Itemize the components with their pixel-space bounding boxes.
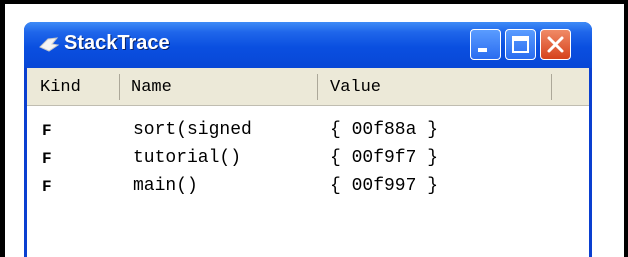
window-title: StackTrace <box>64 32 170 54</box>
frame-left-border <box>0 0 5 257</box>
column-header-value[interactable]: Value <box>330 78 381 97</box>
row-value: { 00f88a } <box>330 120 439 140</box>
maximize-icon <box>512 36 529 53</box>
row-name: sort(signed <box>133 120 252 140</box>
row-kind: F <box>42 150 52 168</box>
title-bar[interactable]: StackTrace <box>24 22 592 68</box>
maximize-button[interactable] <box>505 29 536 60</box>
row-name: tutorial() <box>133 148 242 168</box>
column-separator[interactable] <box>551 74 552 100</box>
table-header: Kind Name Value <box>27 68 589 106</box>
row-kind: F <box>42 178 52 196</box>
row-value: { 00f9f7 } <box>330 148 439 168</box>
row-name: main() <box>133 176 198 196</box>
window-client-area: Kind Name Value F sort(signed { 00f88a }… <box>27 68 589 257</box>
frame-right-border <box>624 0 628 257</box>
frame-top-border <box>0 0 628 4</box>
column-separator[interactable] <box>119 74 120 100</box>
stacktrace-window: StackTrace Kind Name Value F sort(signed… <box>24 22 592 257</box>
column-separator[interactable] <box>317 74 318 100</box>
minimize-icon <box>478 48 487 52</box>
close-icon <box>547 36 564 53</box>
java-cup-icon <box>38 35 60 59</box>
close-button[interactable] <box>540 29 571 60</box>
column-header-name[interactable]: Name <box>131 78 172 97</box>
row-value: { 00f997 } <box>330 176 439 196</box>
minimize-button[interactable] <box>470 29 501 60</box>
column-header-kind[interactable]: Kind <box>40 78 81 97</box>
row-kind: F <box>42 122 52 140</box>
